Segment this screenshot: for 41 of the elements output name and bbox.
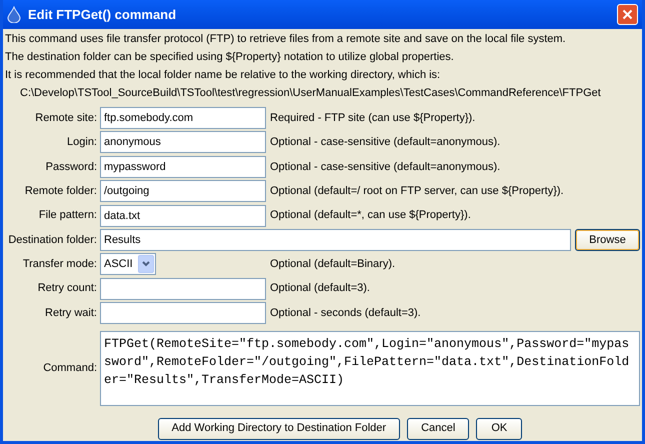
field-label: Retry count: [38,281,97,296]
close-button[interactable] [617,4,638,25]
text-field[interactable]: anonymous [100,131,266,154]
text-field[interactable]: ftp.somebody.com [100,107,266,129]
field-note: Optional - seconds (default=3). [270,306,421,321]
dialog-button[interactable]: Cancel [407,418,470,440]
field-note: Optional - case-sensitive (default=anonymous). [270,135,500,150]
browse-button[interactable]: Browse [575,228,640,251]
window-title: Edit FTPGet() command [28,6,176,24]
description-text: It is recommended that the local folder name be relative to the working directory, which is: [5,68,442,83]
field-note: Required - FTP site (can use ${Property}). [270,110,476,126]
field-label: Command: [43,361,97,376]
close-icon [622,9,633,20]
field-label: Remote site: [35,110,97,126]
text-field[interactable]: Results [100,228,571,251]
text-field[interactable] [100,278,266,300]
field-label: File pattern: [38,208,97,224]
droplet-icon [7,6,21,23]
text-field[interactable]: /outgoing [100,180,266,202]
text-field[interactable] [100,302,266,324]
field-label: Destination folder: [8,232,97,248]
field-label: Transfer mode: [22,257,97,272]
field-note: Optional - case-sensitive (default=anonymous). [270,160,500,175]
text-field[interactable]: data.txt [100,204,266,227]
field-label: Remote folder: [24,184,97,199]
field-note: Optional (default=3). [270,281,370,296]
dialog-button[interactable]: Add Working Directory to Destination Folder [158,418,400,440]
description-text: This command uses file transfer protocol (FTP) to retrieve files from a remote site and save on the local file system. [5,32,567,47]
text-field[interactable]: mypassword [100,156,266,178]
dialog-button[interactable]: OK [476,418,522,440]
field-note: Optional (default=Binary). [270,257,396,272]
chevron-down-icon [138,255,154,274]
command-text-area[interactable]: FTPGet(RemoteSite="ftp.somebody.com",Login="anonymous",Password="mypassword",RemoteFolder="/outgoing",FilePattern="data.txt",DestinationFolder="Results",TransferMode=ASCII) [100,331,640,406]
field-label: Password: [46,160,97,175]
working-directory-text: C:\Develop\TSTool_SourceBuild\TSTool\test\regression\UserManualExamples\TestCases\CommandReference\FTPGet [19,86,601,101]
field-label: Login: [67,135,97,150]
description-text: The destination folder can be specified using ${Property} notation to utilize global properties. [5,50,455,65]
dropdown[interactable]: ASCII [100,253,156,276]
field-note: Optional (default=*, can use ${Property}). [270,208,471,224]
field-note: Optional (default=/ root on FTP server, can use ${Property}). [270,184,564,199]
field-label: Retry wait: [45,306,97,321]
